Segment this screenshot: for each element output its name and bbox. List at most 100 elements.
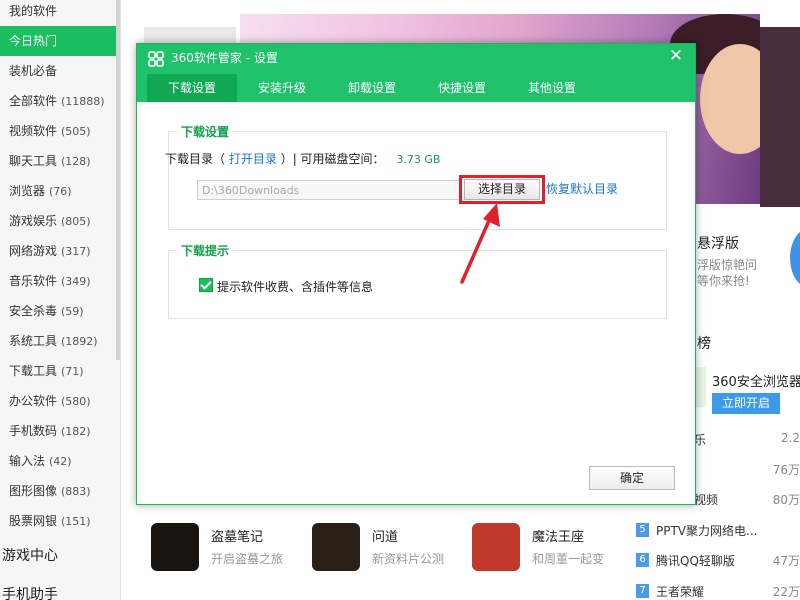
ranking-number-badge: 5: [636, 523, 649, 537]
sidebar-item-label: 网络游戏: [9, 244, 58, 258]
sidebar-item-input-method[interactable]: 输入法 (42): [0, 446, 116, 476]
ranking-app-name: 视频: [694, 493, 719, 507]
sidebar-item-office[interactable]: 办公软件 (580): [0, 386, 116, 416]
sidebar-item-label: 今日热门: [9, 34, 58, 48]
download-dir-line: 下载目录（ 打开目录 ）| 可用磁盘空间： 3.73 GB: [165, 150, 440, 167]
highlight-box: [459, 175, 545, 204]
sidebar-item-video[interactable]: 视频软件 (505): [0, 116, 116, 146]
download-tips-group-label: 下载提示: [177, 242, 234, 259]
sidebar-item-label: 我的软件: [9, 4, 58, 18]
sidebar-item-today-hot[interactable]: 今日热门: [0, 26, 116, 56]
ranking-number-badge: 7: [636, 584, 649, 598]
ranking-app-name: 腾讯QQ轻聊版: [656, 554, 735, 568]
dialog-titlebar[interactable]: 360软件管家 - 设置 ✕ 下载设置 安装升级 卸载设置 快捷设置 其他设置: [137, 44, 695, 102]
close-icon[interactable]: ✕: [667, 47, 685, 65]
sidebar-item-all[interactable]: 全部软件 (11888): [0, 86, 116, 116]
sidebar-item-label: 手机数码: [9, 424, 58, 438]
app-wendao-icon: [312, 523, 360, 571]
sidebar-item-count: (805): [61, 215, 91, 228]
sidebar-item-label: 浏览器: [9, 184, 46, 198]
sidebar-item-count: (580): [61, 395, 91, 408]
tab-uninstall-settings[interactable]: 卸载设置: [327, 74, 417, 102]
sidebar-item-label: 办公软件: [9, 394, 58, 408]
sidebar-item-count: (349): [61, 275, 91, 288]
tab-other-settings[interactable]: 其他设置: [507, 74, 597, 102]
sidebar-item-music[interactable]: 音乐软件 (349): [0, 266, 116, 296]
tab-download-settings[interactable]: 下载设置: [147, 74, 237, 102]
sidebar-item-stocks[interactable]: 股票网银 (151): [0, 506, 116, 536]
ranking-number-badge: 6: [636, 553, 649, 567]
sidebar-item-label: 全部软件: [9, 94, 58, 108]
sidebar-item-count: (128): [61, 155, 91, 168]
sidebar-item-games[interactable]: 游戏娱乐 (805): [0, 206, 116, 236]
app-name: 盗墓笔记: [211, 530, 264, 545]
sidebar-item-count: (59): [61, 305, 84, 318]
sidebar-item-download-tools[interactable]: 下载工具 (71): [0, 356, 116, 386]
open-dir-link[interactable]: 打开目录: [229, 152, 277, 166]
app-logo-icon: [148, 51, 164, 67]
app-name: 魔法王座: [532, 530, 585, 545]
sidebar-item-security[interactable]: 安全杀毒 (59): [0, 296, 116, 326]
sidebar-item-my-software[interactable]: 我的软件: [0, 0, 116, 26]
ranking-downloads: 22万: [772, 585, 800, 599]
ranking-downloads: 47万: [772, 554, 800, 568]
sidebar-item-count: (71): [61, 365, 84, 378]
settings-dialog: 360软件管家 - 设置 ✕ 下载设置 安装升级 卸载设置 快捷设置 其他设置 …: [136, 43, 696, 505]
sidebar-item-label: 装机必备: [9, 64, 58, 78]
app-desc: 和周董一起变: [532, 552, 605, 566]
ranking-top-app-name[interactable]: 360安全浏览器: [712, 371, 800, 390]
ranking-app-name: 王者荣耀: [656, 585, 705, 599]
featured-app-title[interactable]: 悬浮版: [697, 233, 739, 253]
sidebar-item-mobile[interactable]: 手机数码 (182): [0, 416, 116, 446]
sidebar-item-label: 输入法: [9, 454, 46, 468]
sidebar-item-count: (182): [61, 425, 91, 438]
restore-default-dir-link[interactable]: 恢复默认目录: [546, 180, 618, 197]
sidebar-item-label: 下载工具: [9, 364, 58, 378]
sidebar-item-count: (505): [61, 125, 91, 138]
ranking-row[interactable]: 5 PPTV聚力网络电...: [636, 519, 800, 543]
dialog-title: 360软件管家 - 设置: [171, 51, 278, 65]
sidebar-item-count: (883): [61, 485, 91, 498]
tab-shortcut-settings[interactable]: 快捷设置: [417, 74, 507, 102]
download-path-input[interactable]: [197, 180, 461, 200]
sidebar-item-label: 股票网银: [9, 514, 58, 528]
ranking-open-button[interactable]: 立即开启: [712, 393, 780, 414]
tips-checkbox-label[interactable]: 提示软件收费、含插件等信息: [217, 278, 373, 295]
sidebar-item-count: (76): [49, 185, 72, 198]
sidebar-item-count: (151): [61, 515, 91, 528]
sidebar-section-game-center[interactable]: 游戏中心: [0, 545, 116, 565]
sidebar-item-label: 视频软件: [9, 124, 58, 138]
sidebar-item-count: (11888): [61, 95, 105, 108]
featured-app-icon[interactable]: [790, 228, 800, 288]
ranking-row[interactable]: 7 王者荣耀 22万: [636, 580, 800, 600]
sidebar-item-online-games[interactable]: 网络游戏 (317): [0, 236, 116, 266]
free-space-value: 3.73 GB: [396, 153, 441, 166]
sidebar-item-count: (42): [49, 455, 72, 468]
ranking-downloads: 76万: [772, 463, 800, 477]
sidebar-item-graphics[interactable]: 图形图像 (883): [0, 476, 116, 506]
featured-app-desc: 浮版惊艳问 等你来抢!: [697, 258, 758, 288]
sidebar-item-label: 聊天工具: [9, 154, 58, 168]
download-dir-label: 下载目录（: [165, 152, 226, 166]
app-mofawangzuo-icon: [472, 523, 520, 571]
ranking-title: 榜: [697, 336, 711, 352]
ok-button[interactable]: 确定: [589, 466, 675, 490]
app-desc: 开启盗墓之旅: [211, 552, 284, 566]
sidebar-item-label: 安全杀毒: [9, 304, 58, 318]
sidebar-item-system-tools[interactable]: 系统工具 (1892): [0, 326, 116, 356]
sidebar-section-phone-assistant[interactable]: 手机助手: [0, 584, 116, 600]
ranking-downloads: 80万: [772, 493, 800, 507]
download-dir-suffix: ）| 可用磁盘空间：: [280, 152, 385, 166]
ranking-row[interactable]: 6 腾讯QQ轻聊版 47万: [636, 549, 800, 573]
tab-install-upgrade[interactable]: 安装升级: [237, 74, 327, 102]
ranking-downloads: 2.2: [780, 431, 800, 445]
sidebar-item-label: 图形图像: [9, 484, 58, 498]
sidebar-item-browser[interactable]: 浏览器 (76): [0, 176, 116, 206]
sidebar-item-essentials[interactable]: 装机必备: [0, 56, 116, 86]
sidebar-item-label: 音乐软件: [9, 274, 58, 288]
sidebar-item-chat[interactable]: 聊天工具 (128): [0, 146, 116, 176]
ranking-app-name: PPTV聚力网络电...: [656, 524, 758, 538]
banner-right-thumbnail[interactable]: [760, 27, 800, 207]
sidebar-scrollbar[interactable]: [116, 0, 120, 360]
tips-checkbox[interactable]: [199, 278, 213, 292]
